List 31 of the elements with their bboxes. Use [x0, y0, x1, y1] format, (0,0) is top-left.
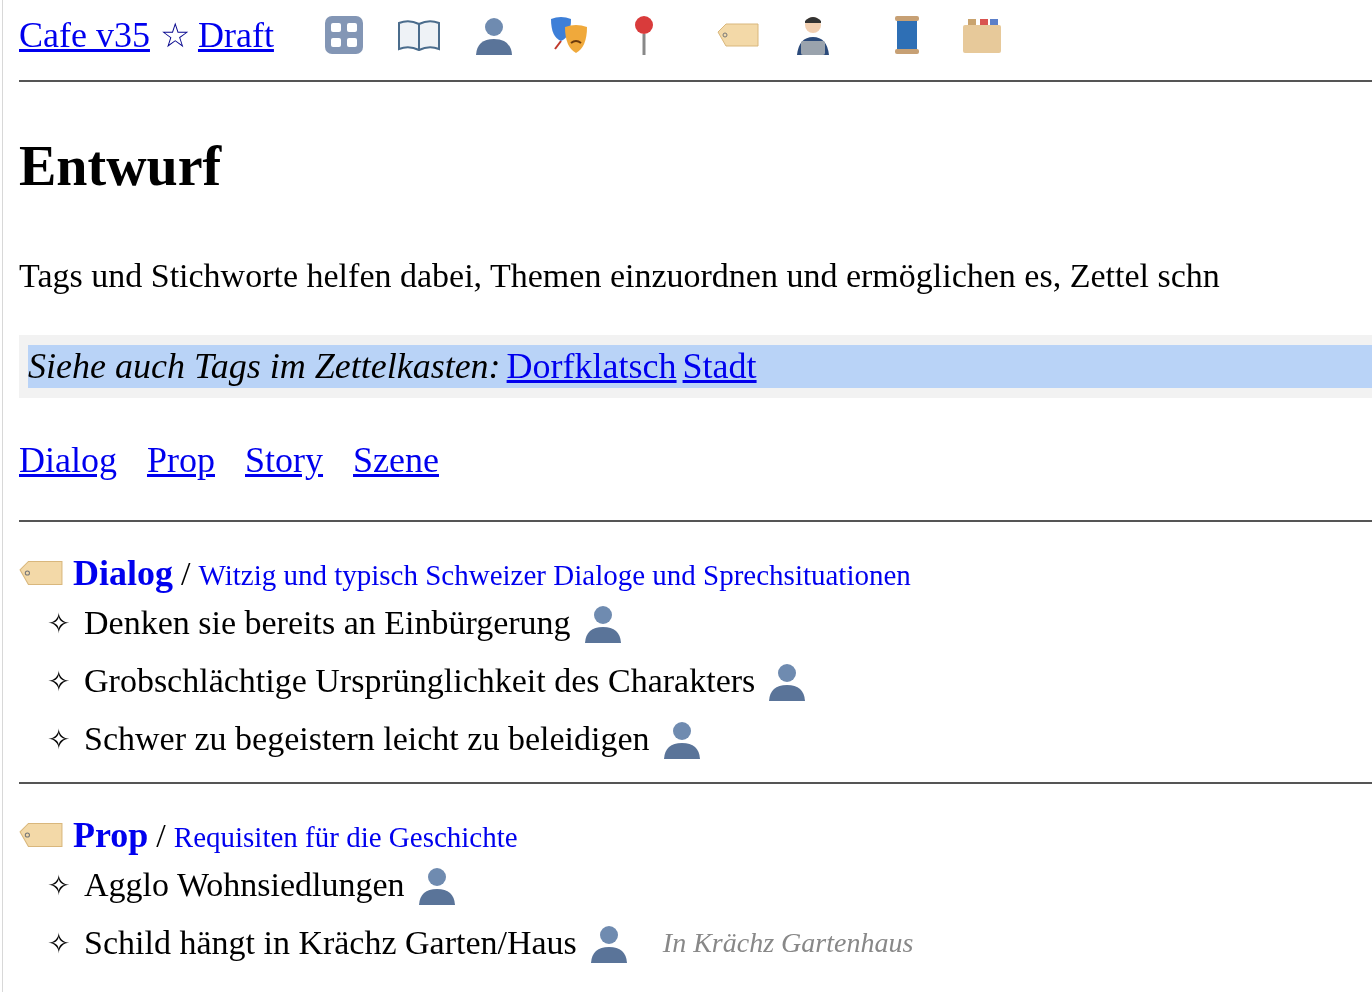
- section-link[interactable]: Dialog: [73, 552, 173, 594]
- intro-text: Tags und Stichworte helfen dabei, Themen einzuordnen und ermöglichen es, Zettel schn: [19, 256, 1221, 296]
- separator: /: [156, 817, 166, 855]
- tag-link[interactable]: Szene: [353, 439, 439, 481]
- star-icon: ☆: [159, 15, 190, 55]
- item-note: In Krächz Gartenhaus: [662, 927, 914, 959]
- see-also-label: Siehe auch Tags im Zettelkasten:: [28, 346, 501, 386]
- tag-link[interactable]: Dialog: [19, 439, 117, 481]
- tag-link[interactable]: Story: [245, 439, 323, 481]
- section-description: Witzig und typisch Schweizer Dialoge und Sprechsituationen: [198, 559, 911, 592]
- bullet-icon: ✧: [47, 722, 70, 756]
- tag-icon: [19, 821, 63, 849]
- tag-link[interactable]: Dorfklatsch: [506, 346, 677, 386]
- bullet-icon: ✧: [47, 606, 70, 640]
- item-text: Schild hängt in Krächz Garten/Haus: [84, 924, 577, 962]
- section-link[interactable]: Prop: [73, 814, 149, 856]
- draft-link[interactable]: Draft: [197, 14, 274, 56]
- page-title: Entwurf: [19, 134, 223, 198]
- item-text: Schwer zu begeistern leicht zu beleidigen: [84, 720, 650, 758]
- bullet-icon: ✧: [47, 926, 70, 960]
- tag-link[interactable]: Stadt: [682, 346, 757, 386]
- bullet-icon: ✧: [47, 868, 70, 902]
- home-link[interactable]: Cafe v35: [19, 14, 150, 56]
- item-text: Grobschlächtige Ursprünglichkeit des Charakters: [84, 662, 756, 700]
- separator: /: [181, 555, 191, 593]
- tag-icon: [19, 559, 63, 587]
- bullet-icon: ✧: [47, 664, 70, 698]
- section-description: Requisiten für die Geschichte: [173, 821, 518, 854]
- item-text: Denken sie bereits an Einbürgerung: [84, 604, 571, 642]
- item-text: Agglo Wohnsiedlungen: [84, 866, 405, 904]
- tag-link[interactable]: Prop: [147, 439, 215, 481]
